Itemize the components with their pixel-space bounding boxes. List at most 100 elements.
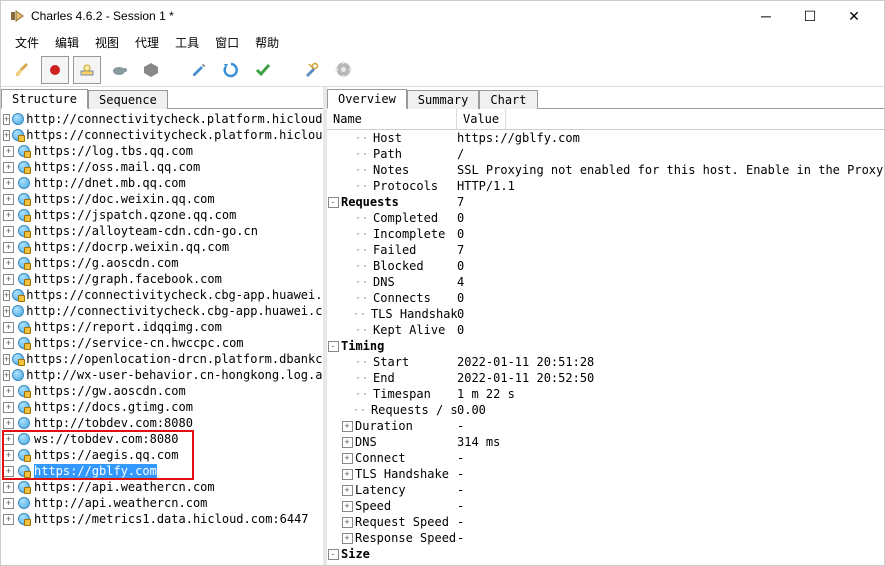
expand-icon[interactable]: + xyxy=(3,146,14,157)
expand-icon[interactable]: + xyxy=(3,498,14,509)
tree-label[interactable]: https://openlocation-drcn.platform.dbank… xyxy=(26,352,323,366)
settings-icon[interactable] xyxy=(329,56,357,84)
expand-icon[interactable]: + xyxy=(3,322,14,333)
tree-label[interactable]: https://alloyteam-cdn.cdn-go.cn xyxy=(34,224,258,238)
tree-row[interactable]: + https://service-cn.hwccpc.com xyxy=(1,335,323,351)
detail-row[interactable]: ··Failed7 xyxy=(327,242,884,258)
detail-row[interactable]: ··NotesSSL Proxying not enabled for this… xyxy=(327,162,884,178)
tree-row[interactable]: + https://aegis.qq.com xyxy=(1,447,323,463)
expand-icon[interactable]: + xyxy=(342,469,353,480)
expand-icon[interactable]: + xyxy=(342,437,353,448)
record-button[interactable] xyxy=(41,56,69,84)
tree-label[interactable]: https://api.weathercn.com xyxy=(34,480,215,494)
expand-icon[interactable]: + xyxy=(3,402,14,413)
detail-row[interactable]: ··Hosthttps://gblfy.com xyxy=(327,130,884,146)
detail-row[interactable]: ··Connects0 xyxy=(327,290,884,306)
expand-icon[interactable]: + xyxy=(342,421,353,432)
tree-row[interactable]: + http://connectivitycheck.cbg-app.huawei… xyxy=(1,303,323,319)
validate-icon[interactable] xyxy=(249,56,277,84)
expand-icon[interactable]: + xyxy=(3,114,10,125)
detail-row[interactable]: ··Completed0 xyxy=(327,210,884,226)
detail-row[interactable]: -Size xyxy=(327,546,884,562)
expand-icon[interactable]: + xyxy=(342,453,353,464)
tree-row[interactable]: +https://connectivitycheck.platform.hicl… xyxy=(1,127,323,143)
detail-row[interactable]: +Connect- xyxy=(327,450,884,466)
tree-row[interactable]: + http://tobdev.com:8080 xyxy=(1,415,323,431)
tree-row[interactable]: +http://dnet.mb.qq.com xyxy=(1,175,323,191)
detail-row[interactable]: +Response Speed- xyxy=(327,530,884,546)
tree-label[interactable]: http://connectivitycheck.cbg-app.huawei.… xyxy=(26,304,323,318)
expand-icon[interactable]: + xyxy=(342,517,353,528)
tab-summary[interactable]: Summary xyxy=(407,90,480,109)
tree-row[interactable]: + https://gw.aoscdn.com xyxy=(1,383,323,399)
col-value[interactable]: Value xyxy=(457,109,506,129)
tree-row[interactable]: + https://alloyteam-cdn.cdn-go.cn xyxy=(1,223,323,239)
tree-row[interactable]: + https://doc.weixin.qq.com xyxy=(1,191,323,207)
expand-icon[interactable]: + xyxy=(3,226,14,237)
tree-row[interactable]: + https://report.idqqimg.com xyxy=(1,319,323,335)
expand-icon[interactable]: + xyxy=(3,306,10,317)
detail-row[interactable]: ··Start2022-01-11 20:51:28 xyxy=(327,354,884,370)
compose-icon[interactable] xyxy=(185,56,213,84)
detail-row[interactable]: ··End2022-01-11 20:52:50 xyxy=(327,370,884,386)
tree-row[interactable]: +https://metrics1.data.hicloud.com:6447 xyxy=(1,511,323,527)
detail-row[interactable]: ··Blocked0 xyxy=(327,258,884,274)
tree-label[interactable]: https://aegis.qq.com xyxy=(34,448,179,462)
expand-icon[interactable]: + xyxy=(342,533,353,544)
expand-icon[interactable]: + xyxy=(3,370,10,381)
tree-row[interactable]: + https://oss.mail.qq.com xyxy=(1,159,323,175)
expand-icon[interactable]: + xyxy=(3,338,14,349)
tree-label[interactable]: https://jspatch.qzone.qq.com xyxy=(34,208,236,222)
expand-icon[interactable]: + xyxy=(3,514,14,525)
host-tree[interactable]: + http://connectivitycheck.platform.hiclo… xyxy=(1,109,323,565)
detail-row[interactable]: ··DNS4 xyxy=(327,274,884,290)
turtle-icon[interactable] xyxy=(105,56,133,84)
menu-window[interactable]: 窗口 xyxy=(207,32,247,53)
tree-label[interactable]: http://connectivitycheck.platform.hiclou… xyxy=(26,112,323,126)
tree-label[interactable]: https://docrp.weixin.qq.com xyxy=(34,240,229,254)
expand-icon[interactable]: + xyxy=(3,162,14,173)
detail-row[interactable]: ··ProtocolsHTTP/1.1 xyxy=(327,178,884,194)
expand-icon[interactable]: + xyxy=(3,274,14,285)
tools-icon[interactable] xyxy=(297,56,325,84)
tree-label[interactable]: https://docs.gtimg.com xyxy=(34,400,193,414)
expand-icon[interactable]: + xyxy=(342,485,353,496)
tab-chart[interactable]: Chart xyxy=(479,90,537,109)
tree-row[interactable]: + https://openlocation-drcn.platform.dban… xyxy=(1,351,323,367)
detail-row[interactable]: +Speed- xyxy=(327,498,884,514)
detail-row[interactable]: +DNS314 ms xyxy=(327,434,884,450)
menu-help[interactable]: 帮助 xyxy=(247,32,287,53)
tree-label[interactable]: https://gw.aoscdn.com xyxy=(34,384,186,398)
detail-row[interactable]: ··Requests / sec0.00 xyxy=(327,402,884,418)
tree-label[interactable]: https://service-cn.hwccpc.com xyxy=(34,336,244,350)
detail-row[interactable]: +TLS Handshake- xyxy=(327,466,884,482)
throttle-button[interactable] xyxy=(73,56,101,84)
detail-row[interactable]: +Duration- xyxy=(327,418,884,434)
hexagon-icon[interactable] xyxy=(137,56,165,84)
tree-label[interactable]: https://report.idqqimg.com xyxy=(34,320,222,334)
expand-icon[interactable]: + xyxy=(3,210,14,221)
tree-label[interactable]: https://connectivitycheck.platform.hiclo… xyxy=(26,128,323,142)
tree-label[interactable]: ws://tobdev.com:8080 xyxy=(34,432,179,446)
tree-label[interactable]: https://doc.weixin.qq.com xyxy=(34,192,215,206)
expand-icon[interactable]: + xyxy=(3,258,14,269)
tree-label[interactable]: https://oss.mail.qq.com xyxy=(34,160,200,174)
tree-row[interactable]: +https://gblfy.com xyxy=(1,463,323,479)
tree-label[interactable]: https://connectivitycheck.cbg-app.huawei… xyxy=(26,288,323,302)
expand-icon[interactable]: + xyxy=(3,434,14,445)
expand-icon[interactable]: + xyxy=(3,450,14,461)
maximize-button[interactable]: ☐ xyxy=(788,1,832,31)
tab-overview[interactable]: Overview xyxy=(327,89,407,109)
expand-icon[interactable]: + xyxy=(3,386,14,397)
expand-icon[interactable]: + xyxy=(342,501,353,512)
broom-icon[interactable] xyxy=(9,56,37,84)
menu-tools[interactable]: 工具 xyxy=(167,32,207,53)
expand-icon[interactable]: + xyxy=(3,418,14,429)
tree-row[interactable]: + http://connectivitycheck.platform.hiclo… xyxy=(1,111,323,127)
expand-icon[interactable]: + xyxy=(3,194,14,205)
detail-row[interactable]: ··Timespan1 m 22 s xyxy=(327,386,884,402)
detail-row[interactable]: +Request Speed- xyxy=(327,514,884,530)
expand-icon[interactable]: + xyxy=(3,354,10,365)
tree-label[interactable]: https://gblfy.com xyxy=(34,464,157,478)
tree-label[interactable]: http://tobdev.com:8080 xyxy=(34,416,193,430)
